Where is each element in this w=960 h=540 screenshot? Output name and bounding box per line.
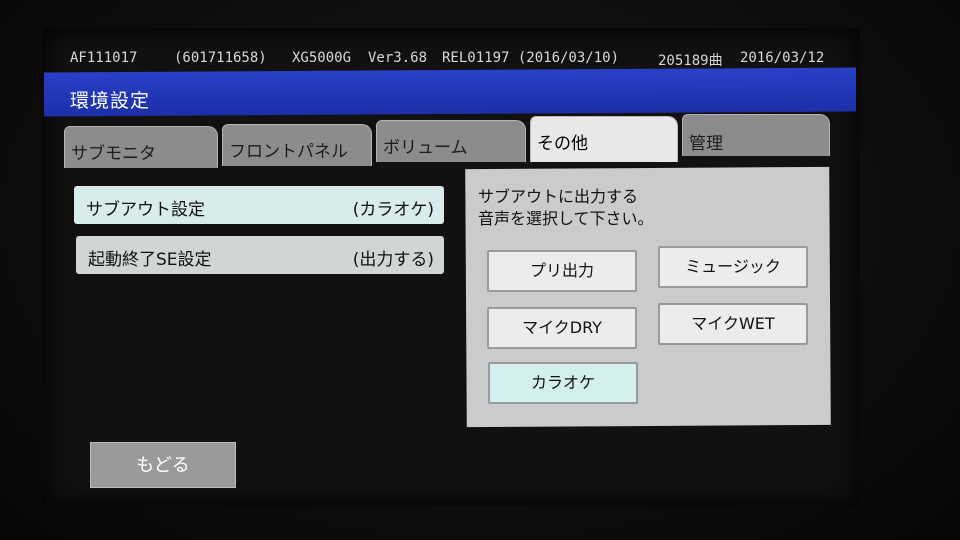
instruction-line-2: 音声を選択して下さい。 [478, 209, 654, 228]
instruction-text: サブアウトに出力する 音声を選択して下さい。 [478, 186, 654, 230]
setting-subout[interactable]: サブアウト設定 (カラオケ) [74, 186, 444, 224]
back-button[interactable]: もどる [90, 442, 236, 488]
tab-other[interactable]: その他 [530, 116, 678, 162]
page-title: 環境設定 [70, 90, 151, 112]
setting-subout-label: サブアウト設定 [86, 200, 205, 220]
option-pre-out-button[interactable]: プリ出力 [487, 250, 637, 292]
song-count: 205189曲 [658, 53, 723, 69]
option-mic-dry-button[interactable]: マイクDRY [487, 307, 637, 349]
version: Ver3.68 [368, 50, 428, 66]
instruction-line-1: サブアウトに出力する [478, 187, 639, 206]
setting-startup-se-value: (出力する) [352, 250, 434, 270]
setting-startup-se[interactable]: 起動終了SE設定 (出力する) [76, 236, 444, 274]
option-mic-wet-button[interactable]: マイクWET [658, 303, 808, 345]
tab-volume[interactable]: ボリューム [376, 120, 526, 162]
current-date: 2016/03/12 [740, 50, 825, 66]
device-id: AF111017 [70, 50, 138, 66]
title-bar [44, 67, 856, 117]
option-karaoke-button[interactable]: カラオケ [488, 362, 638, 404]
tab-bar: サブモニタ フロントパネル ボリューム その他 管理 [64, 112, 834, 168]
setting-startup-se-label: 起動終了SE設定 [88, 250, 212, 270]
serial-number: (601711658) [174, 50, 267, 66]
model-name: XG5000G [292, 50, 352, 66]
release: REL01197 (2016/03/10) [442, 50, 620, 66]
setting-subout-value: (カラオケ) [352, 200, 434, 220]
tab-management[interactable]: 管理 [682, 114, 830, 156]
tab-sub-monitor[interactable]: サブモニタ [64, 126, 218, 168]
tab-front-panel[interactable]: フロントパネル [222, 124, 372, 166]
option-music-button[interactable]: ミュージック [658, 246, 808, 288]
